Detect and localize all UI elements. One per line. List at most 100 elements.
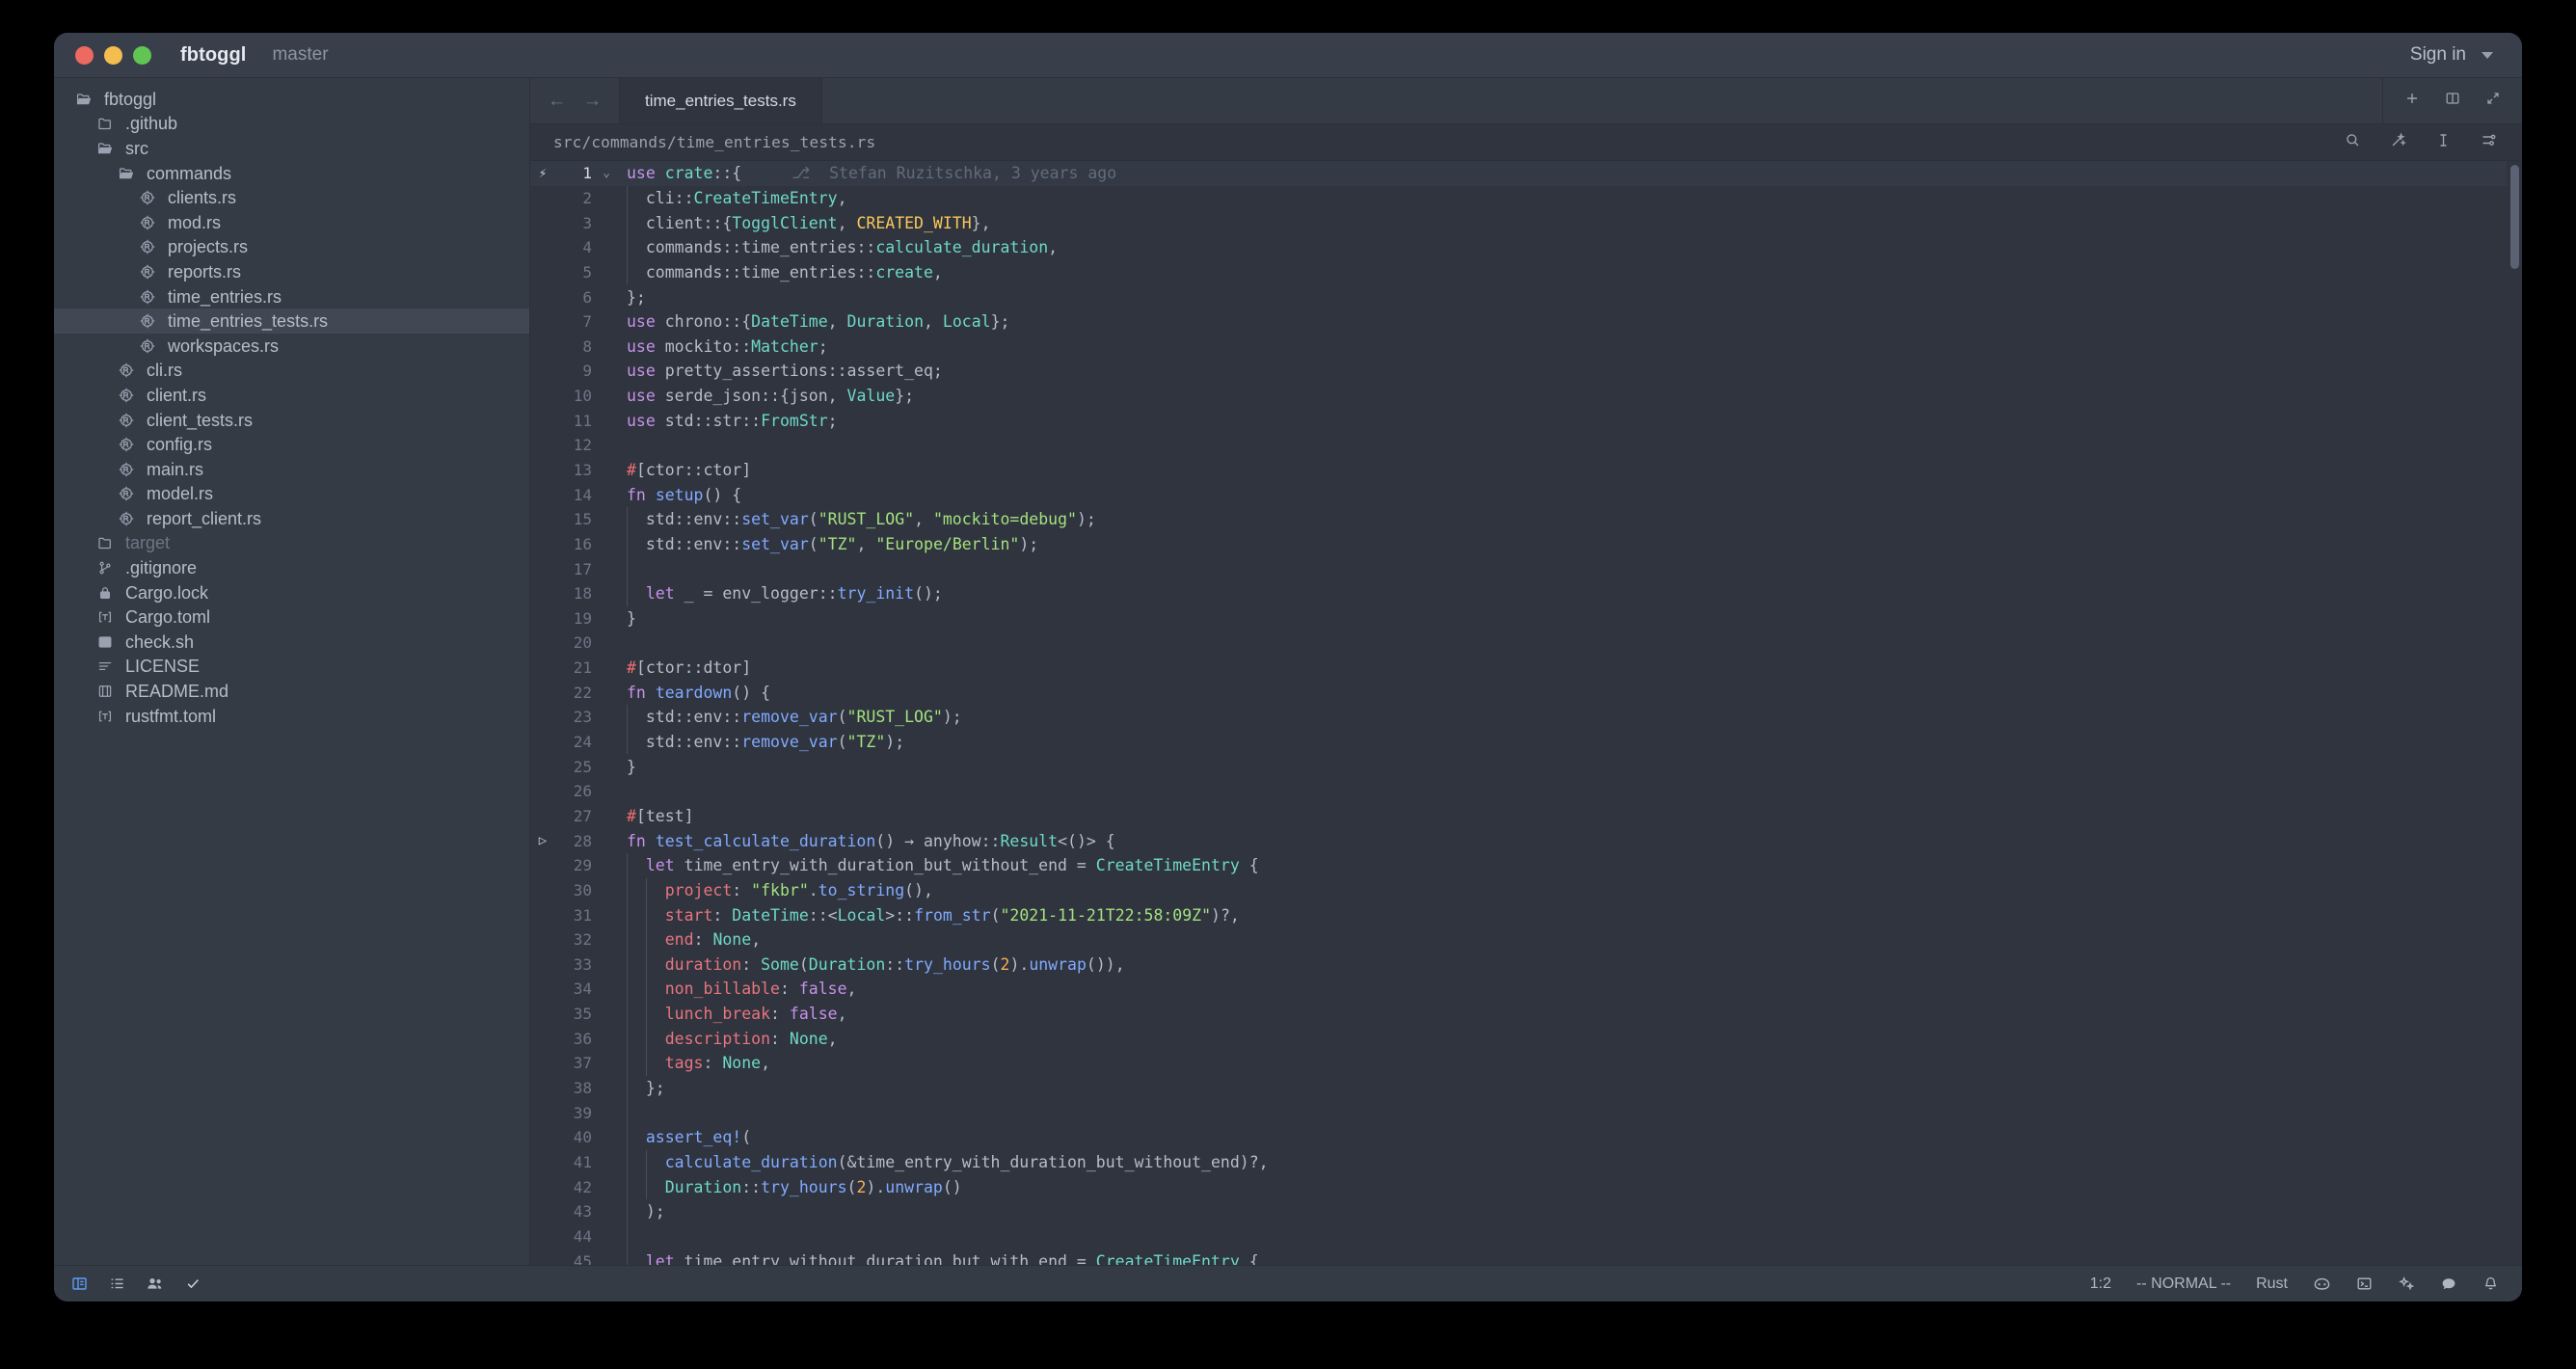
terminal-icon[interactable] [2356,1275,2373,1292]
maximize-window-button[interactable] [133,45,151,65]
code-line[interactable]: 31 start: DateTime::<Local>::from_str("2… [530,902,2507,927]
nav-forward-icon[interactable]: → [583,92,602,110]
code-line[interactable]: 43 ); [530,1198,2507,1224]
outline-panel-icon[interactable] [109,1275,125,1292]
tree-item-gitignore[interactable]: .gitignore [54,555,529,580]
code-line[interactable]: 3 client::{TogglClient, CREATED_WITH}, [530,210,2507,235]
search-icon[interactable] [2345,132,2361,153]
code-line[interactable]: ⚡ 1 ⌄ use crate::{⎇ Stefan Ruzitschka, 3 ye… [530,161,2507,186]
tree-item-cli-rs[interactable]: cli.rs [54,359,529,384]
code-line[interactable]: 18 let _ = env_logger::try_init(); [530,580,2507,606]
chevron-down-icon[interactable] [2482,51,2493,59]
split-pane-icon[interactable] [2445,91,2460,111]
vertical-scrollbar-thumb[interactable] [2510,165,2519,269]
tab-time-entries-tests[interactable]: time_entries_tests.rs [619,78,822,123]
tree-item-cargo-lock[interactable]: Cargo.lock [54,580,529,605]
code-line[interactable]: 40 assert_eq!( [530,1124,2507,1150]
code-line[interactable]: 16 std::env::set_var("TZ", "Europe/Berli… [530,531,2507,557]
nav-back-icon[interactable]: ← [548,92,566,110]
code-lines-container[interactable]: ⚡ 1 ⌄ use crate::{⎇ Stefan Ruzitschka, 3 ye… [530,161,2507,1265]
minimize-window-button[interactable] [104,45,122,65]
code-line[interactable]: 2 cli::CreateTimeEntry, [530,185,2507,211]
code-line[interactable]: 10 use serde_json::{json, Value}; [530,384,2507,409]
code-line[interactable]: 14 fn setup() { [530,482,2507,507]
tree-item-github[interactable]: .github [54,112,529,137]
code-line[interactable]: 27 #[test] [530,804,2507,829]
code-line[interactable]: 22 fn teardown() { [530,680,2507,705]
tree-item-license[interactable]: LICENSE [54,655,529,680]
code-line[interactable]: 33 duration: Some(Duration::try_hours(2)… [530,952,2507,978]
tree-item-time-entries-rs[interactable]: time_entries.rs [54,284,529,309]
run-test-icon[interactable]: ▷ [530,834,555,847]
code-line[interactable]: 34 non_billable: false, [530,977,2507,1002]
code-line[interactable]: 20 [530,631,2507,656]
breadcrumb[interactable]: src/commands/time_entries_tests.rs [553,133,875,151]
tree-item-cargo-toml[interactable]: Cargo.toml [54,604,529,630]
code-line[interactable]: 7 use chrono::{DateTime, Duration, Local}… [530,309,2507,335]
code-line[interactable]: 42 Duration::try_hours(2).unwrap() [530,1174,2507,1199]
code-line[interactable]: 21 #[ctor::dtor] [530,656,2507,681]
git-branch-label[interactable]: master [272,44,328,66]
git-blame-inline[interactable]: ⎇ Stefan Ruzitschka, 3 years ago [792,164,1116,182]
code-line[interactable]: 17 [530,556,2507,581]
magic-wand-icon[interactable] [2390,132,2406,153]
code-line[interactable]: 35 lunch_break: false, [530,1001,2507,1027]
notifications-icon[interactable] [2482,1275,2499,1292]
assistant-icon[interactable] [2398,1275,2415,1293]
code-line[interactable]: 19} [530,606,2507,631]
code-line[interactable]: 29 let time_entry_with_duration_but_with… [530,852,2507,878]
code-line[interactable]: 5 commands::time_entries::create, [530,259,2507,285]
code-editor[interactable]: ⚡ 1 ⌄ use crate::{⎇ Stefan Ruzitschka, 3 ye… [530,161,2522,1265]
code-line[interactable]: 6}; [530,284,2507,309]
tree-item-commands[interactable]: commands [54,161,529,186]
tree-item-model-rs[interactable]: model.rs [54,482,529,507]
tree-item-check-sh[interactable]: check.sh [54,630,529,655]
code-line[interactable]: 24 std::env::remove_var("TZ"); [530,729,2507,755]
tree-item-rustfmt-toml[interactable]: rustfmt.toml [54,704,529,729]
code-line[interactable]: 25} [530,754,2507,779]
tree-item-report-client-rs[interactable]: report_client.rs [54,506,529,531]
tree-item-projects-rs[interactable]: projects.rs [54,235,529,260]
project-panel-icon[interactable] [71,1275,88,1292]
code-line[interactable]: 23 std::env::remove_var("RUST_LOG"); [530,705,2507,730]
code-line[interactable]: 44 [530,1223,2507,1249]
code-line[interactable]: 45 let time_entry_without_duration_but_w… [530,1248,2507,1265]
tree-item-src[interactable]: src [54,136,529,161]
tree-item-fbtoggl[interactable]: fbtoggl [54,87,529,112]
code-line[interactable]: 26 [530,779,2507,804]
close-window-button[interactable] [75,45,94,65]
maximize-icon[interactable] [2485,91,2501,111]
tree-item-mod-rs[interactable]: mod.rs [54,210,529,235]
tree-item-target[interactable]: target [54,531,529,556]
vertical-scrollbar-track[interactable] [2507,161,2522,1265]
code-line[interactable]: 8 use mockito::Matcher; [530,334,2507,359]
code-line[interactable]: 12 [530,433,2507,458]
tree-item-clients-rs[interactable]: clients.rs [54,185,529,210]
tree-item-workspaces-rs[interactable]: workspaces.rs [54,334,529,359]
chat-icon[interactable] [2440,1275,2457,1293]
diagnostics-ok-icon[interactable] [185,1275,201,1292]
code-line[interactable]: 37 tags: None, [530,1051,2507,1076]
code-line[interactable]: 36 description: None, [530,1026,2507,1052]
tree-item-reports-rs[interactable]: reports.rs [54,259,529,284]
settings-sliders-icon[interactable] [2481,132,2497,153]
tree-item-client-tests-rs[interactable]: client_tests.rs [54,408,529,433]
tree-item-client-rs[interactable]: client.rs [54,383,529,408]
tree-item-readme-md[interactable]: README.md [54,679,529,704]
code-line[interactable]: 41 calculate_duration(&time_entry_with_d… [530,1149,2507,1175]
language-indicator[interactable]: Rust [2256,1275,2288,1293]
project-panel[interactable]: fbtoggl .github src commands clients.rs mod.r… [54,78,530,1265]
code-line[interactable]: 38 }; [530,1075,2507,1101]
code-line[interactable]: 30 project: "fkbr".to_string(), [530,877,2507,903]
copilot-icon[interactable] [2313,1275,2331,1293]
tree-item-main-rs[interactable]: main.rs [54,457,529,482]
plus-icon[interactable] [2404,91,2420,111]
tree-item-time-entries-tests-rs[interactable]: time_entries_tests.rs [54,309,529,334]
sign-in-button[interactable]: Sign in [2410,44,2466,66]
lightning-icon[interactable]: ⚡ [530,167,555,180]
code-line[interactable]: 4 commands::time_entries::calculate_dura… [530,234,2507,260]
code-line[interactable]: ▷ 28 fn test_calculate_duration() → anyhow… [530,828,2507,853]
code-line[interactable]: 39 [530,1100,2507,1125]
code-line[interactable]: 9 use pretty_assertions::assert_eq; [530,359,2507,384]
text-cursor-icon[interactable] [2435,132,2452,153]
